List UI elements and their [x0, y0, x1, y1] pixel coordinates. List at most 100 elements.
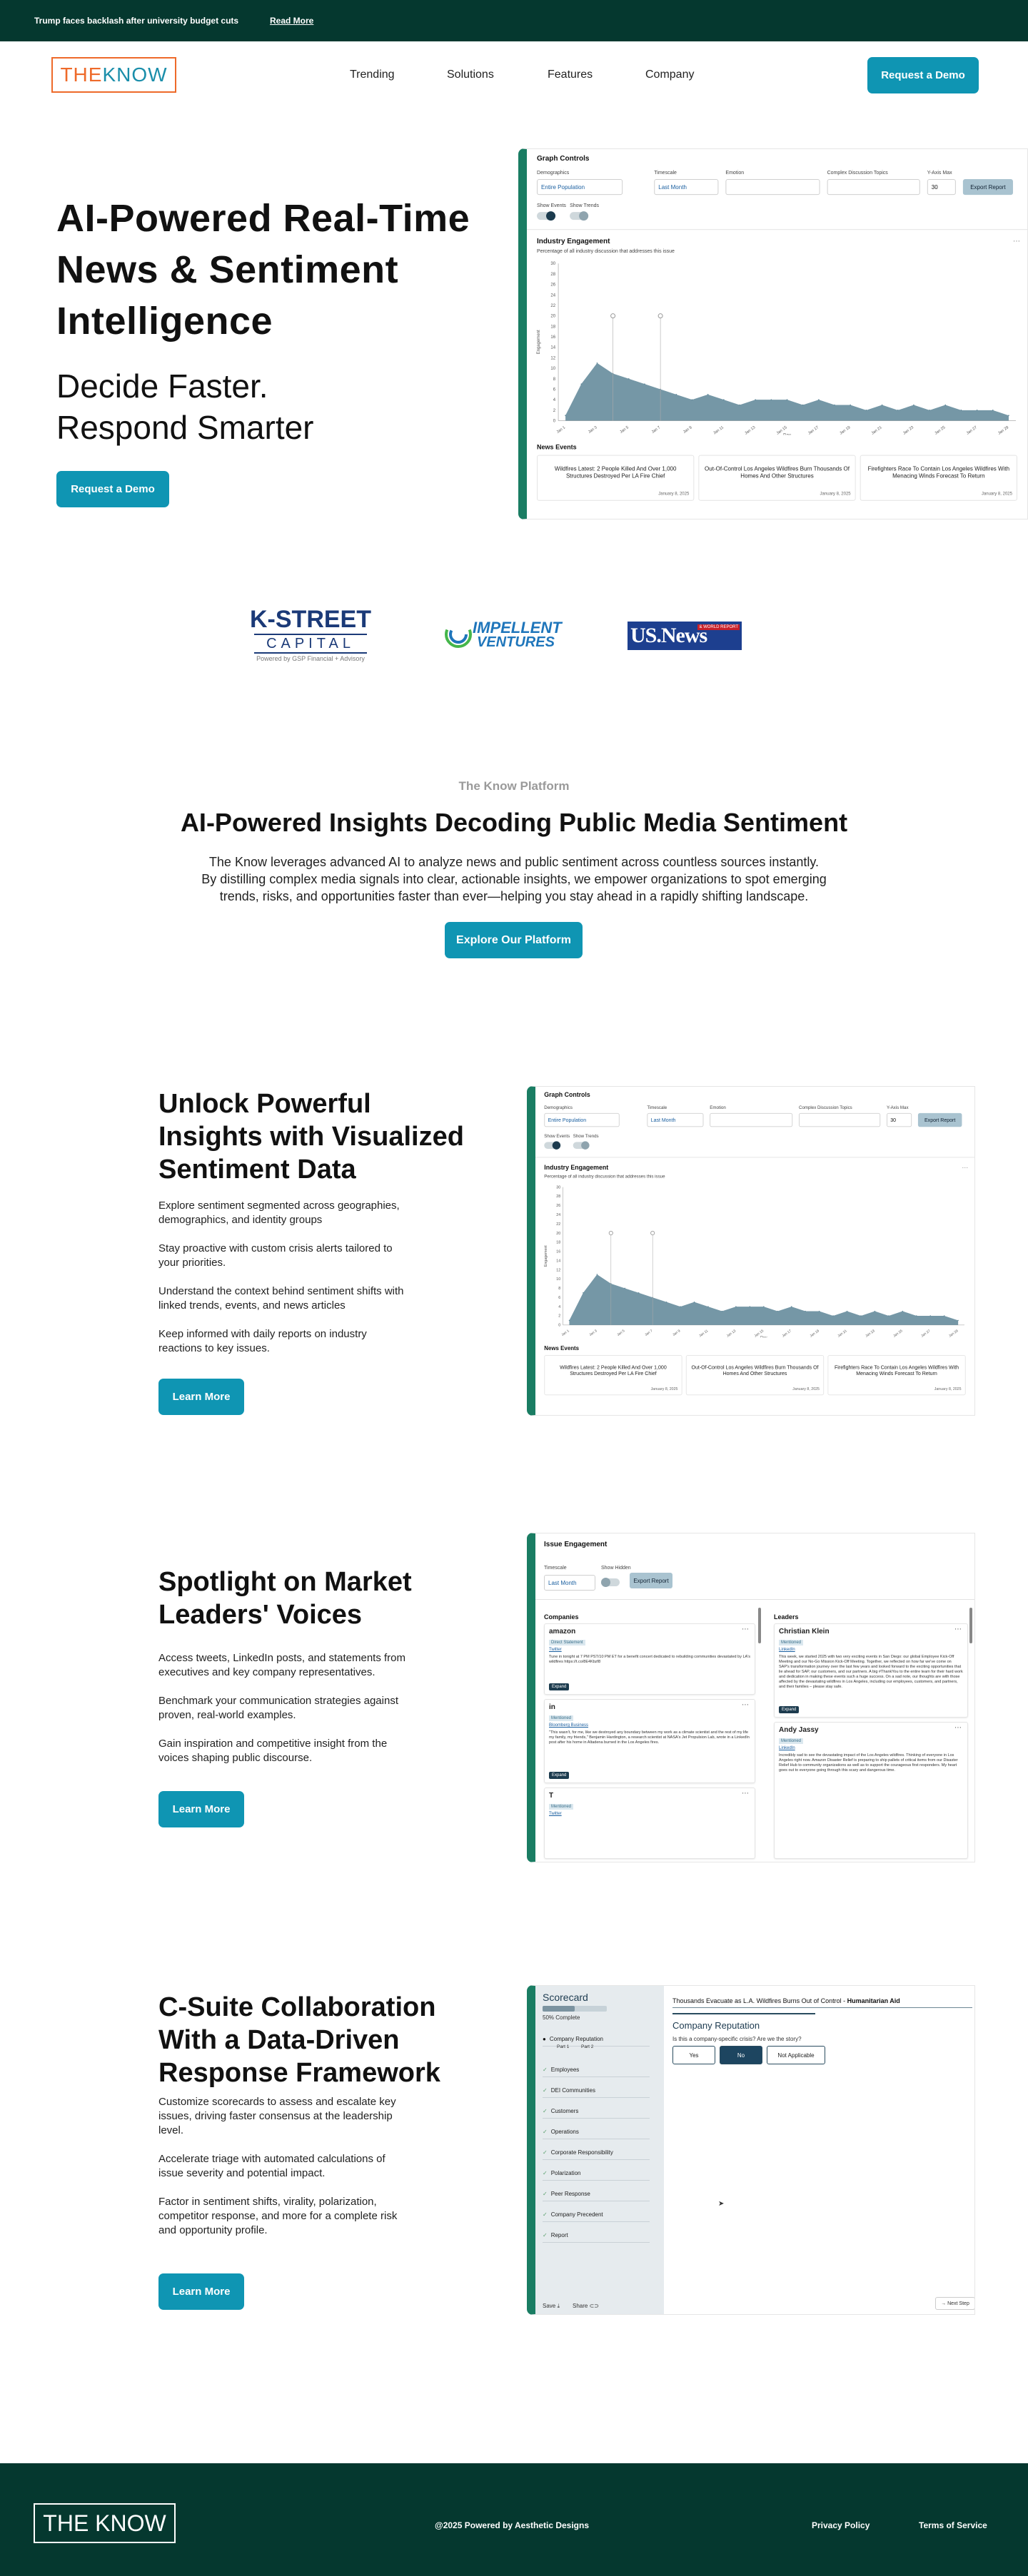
- feature1-title-line: Insights with Visualized: [158, 1122, 464, 1152]
- site-logo[interactable]: THE KNOW: [51, 57, 176, 93]
- footer-privacy-link[interactable]: Privacy Policy: [812, 2520, 870, 2530]
- feature3-point-line: issues, driving faster consensus at the …: [158, 2110, 393, 2122]
- event-marker: [610, 313, 616, 319]
- post-text: "This wasn't, for me, like we destroyed …: [549, 1730, 750, 1745]
- news-event-card[interactable]: Wildfires Latest: 2 People Killed And Ov…: [537, 455, 695, 501]
- save-button[interactable]: Save ⤓: [543, 2303, 560, 2310]
- post-more-icon[interactable]: ⋯: [742, 1626, 749, 1633]
- feature3-learn-more-button[interactable]: Learn More: [158, 2273, 244, 2310]
- post-expand-button[interactable]: Expand: [779, 1706, 800, 1713]
- yaxis-max-input[interactable]: 30: [887, 1112, 912, 1127]
- answer-option-button[interactable]: Yes: [672, 2046, 715, 2064]
- news-event-card[interactable]: Wildfires Latest: 2 People Killed And Ov…: [544, 1355, 682, 1396]
- usnews-name: US.News: [630, 624, 707, 647]
- nav-link-company[interactable]: Company: [645, 69, 694, 81]
- demographics-select[interactable]: Entire Population: [544, 1112, 620, 1127]
- control-label: Timescale: [654, 171, 677, 176]
- scorecard-nav-item[interactable]: ✓ Operations: [543, 2129, 650, 2139]
- next-step-button[interactable]: → Next Step: [935, 2297, 974, 2310]
- nav-link-features[interactable]: Features: [548, 69, 593, 81]
- more-options-icon[interactable]: ⋯: [962, 1165, 968, 1172]
- scorecard-header-text: Thousands Evacuate as L.A. Wildfires Bur…: [672, 1997, 846, 2004]
- scorecard-nav-item[interactable]: ✓ Polarization: [543, 2170, 650, 2181]
- scorecard-nav-item[interactable]: ✓ Corporate Responsibility: [543, 2149, 650, 2160]
- export-report-button[interactable]: Export Report: [630, 1573, 672, 1588]
- news-event-card[interactable]: Out-Of-Control Los Angeles Wildfires Bur…: [685, 1355, 825, 1396]
- show-trends-toggle[interactable]: [573, 1141, 590, 1150]
- timescale-select[interactable]: Last Month: [647, 1112, 704, 1127]
- feature2-point-line: Benchmark your communication strategies …: [158, 1695, 398, 1707]
- news-event-card[interactable]: Out-Of-Control Los Angeles Wildfires Bur…: [698, 455, 856, 501]
- emotion-select[interactable]: [710, 1112, 793, 1127]
- nav-link-trending[interactable]: Trending: [350, 69, 395, 81]
- scorecard-part[interactable]: Part 2: [581, 2044, 593, 2049]
- post-more-icon[interactable]: ⋯: [742, 1701, 749, 1709]
- emotion-select[interactable]: [725, 179, 820, 196]
- show-hidden-toggle[interactable]: [601, 1578, 620, 1587]
- feature2-learn-more-button[interactable]: Learn More: [158, 1791, 244, 1827]
- answer-option-button[interactable]: No: [720, 2046, 762, 2064]
- post-text: Incredibly sad to see the devastating im…: [779, 1753, 958, 1773]
- post-source-link[interactable]: LinkedIn: [779, 1648, 795, 1652]
- banner-read-more-link[interactable]: Read More: [270, 16, 313, 26]
- companies-scrollbar[interactable]: [758, 1608, 761, 1643]
- share-button[interactable]: Share ⊂⊃: [573, 2303, 599, 2309]
- post-expand-button[interactable]: Expand: [549, 1772, 570, 1779]
- scorecard-nav-item[interactable]: ✓ Employees: [543, 2067, 650, 2077]
- scorecard-nav-item[interactable]: ✓ Customers: [543, 2108, 650, 2119]
- footer-logo[interactable]: THE KNOW: [34, 2503, 176, 2543]
- scorecard-nav-item[interactable]: ✓ Peer Response: [543, 2191, 650, 2201]
- hero-title-line: AI-Powered Real-Time: [56, 197, 470, 240]
- y-tick-label: 14: [556, 1259, 560, 1263]
- post-more-icon[interactable]: ⋯: [954, 1724, 962, 1732]
- show-events-toggle[interactable]: [537, 211, 556, 221]
- leaders-scrollbar[interactable]: [969, 1608, 972, 1643]
- show-events-label: Show Events: [537, 203, 566, 209]
- issue-engagement-title: Issue Engagement: [544, 1541, 608, 1548]
- explore-platform-button[interactable]: Explore Our Platform: [445, 922, 583, 958]
- news-event-card[interactable]: Firefighters Race To Contain Los Angeles…: [827, 1355, 966, 1396]
- topics-select[interactable]: [799, 1112, 881, 1127]
- post-more-icon[interactable]: ⋯: [742, 1790, 749, 1797]
- post-source-link[interactable]: Bloomberg Business: [549, 1723, 588, 1728]
- post-expand-button[interactable]: Expand: [549, 1683, 570, 1690]
- post-source-link[interactable]: Twitter: [549, 1812, 562, 1816]
- logo-the: THE: [60, 64, 103, 86]
- timescale-select[interactable]: Last Month: [544, 1575, 595, 1591]
- scorecard-nav-item[interactable]: ✓ Report: [543, 2232, 650, 2243]
- show-trends-toggle[interactable]: [570, 211, 589, 221]
- footer-terms-link[interactable]: Terms of Service: [919, 2520, 987, 2530]
- nav-request-demo-button[interactable]: Request a Demo: [867, 57, 979, 93]
- export-report-button[interactable]: Export Report: [917, 1112, 962, 1127]
- x-tick-label: Jan 17: [807, 425, 820, 435]
- y-tick-label: 24: [550, 293, 555, 298]
- timescale-select[interactable]: Last Month: [654, 179, 719, 196]
- more-options-icon[interactable]: ⋯: [1013, 238, 1020, 245]
- topics-select[interactable]: [827, 179, 920, 196]
- scorecard-nav-item[interactable]: ✓ Company Precedent: [543, 2211, 650, 2222]
- y-tick-label: 4: [558, 1305, 560, 1309]
- demographics-select[interactable]: Entire Population: [537, 179, 623, 196]
- scorecard-nav-item[interactable]: ✓ DEI Communities: [543, 2087, 650, 2098]
- hero-request-demo-button[interactable]: Request a Demo: [56, 471, 169, 507]
- answer-option-button[interactable]: Not Applicable: [767, 2046, 825, 2064]
- export-report-button[interactable]: Export Report: [962, 179, 1013, 196]
- scorecard-part[interactable]: Part 1: [557, 2044, 569, 2049]
- show-events-toggle[interactable]: [544, 1141, 561, 1150]
- usnews-tag: & WORLD REPORT: [697, 624, 740, 630]
- post-source-link[interactable]: LinkedIn: [779, 1746, 795, 1750]
- banner-headline: Trump faces backlash after university bu…: [34, 16, 239, 26]
- feature3-title: C-Suite Collaboration With a Data-Driven…: [158, 1991, 440, 2089]
- y-tick-label: 26: [550, 283, 555, 288]
- feature1-learn-more-button[interactable]: Learn More: [158, 1379, 244, 1415]
- x-tick-label: Jan 27: [966, 425, 978, 435]
- post-more-icon[interactable]: ⋯: [954, 1626, 962, 1633]
- post-source-link[interactable]: Twitter: [549, 1648, 562, 1652]
- data-point: [860, 1315, 862, 1317]
- x-tick-label: Jan 7: [644, 1329, 653, 1337]
- platform-description: The Know leverages advanced AI to analyz…: [0, 853, 1028, 905]
- data-point: [707, 394, 709, 395]
- nav-link-solutions[interactable]: Solutions: [447, 69, 494, 81]
- yaxis-max-input[interactable]: 30: [927, 179, 956, 196]
- news-event-card[interactable]: Firefighters Race To Contain Los Angeles…: [860, 455, 1017, 501]
